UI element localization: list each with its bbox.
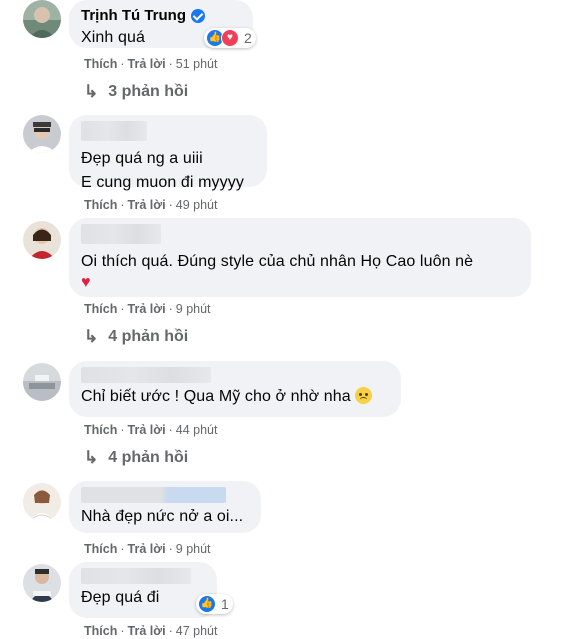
comment-bubble: Đẹp quá ng a uiii E cung muon đi myyyy bbox=[69, 115, 267, 191]
author-name[interactable] bbox=[81, 224, 161, 244]
love-icon: ♥ bbox=[221, 29, 239, 47]
reaction-count: 2 bbox=[244, 30, 252, 46]
author-name[interactable] bbox=[81, 367, 211, 383]
view-replies-link[interactable]: ↳ 4 phản hồi bbox=[84, 448, 188, 468]
avatar[interactable] bbox=[23, 115, 61, 153]
avatar[interactable] bbox=[23, 363, 61, 401]
author-name[interactable]: Trịnh Tú Trung bbox=[81, 6, 186, 26]
like-icon: 👍 bbox=[198, 595, 216, 613]
separator: · bbox=[120, 198, 125, 212]
replies-count: 4 phản hồi bbox=[108, 449, 189, 466]
comment-text: Chỉ biết ước ! Qua Mỹ cho ở nhờ nha bbox=[81, 388, 351, 405]
sad-face-emoji-icon bbox=[354, 387, 372, 404]
reply-button[interactable]: Trả lời bbox=[128, 542, 166, 556]
separator: · bbox=[168, 198, 173, 212]
like-button[interactable]: Thích bbox=[84, 624, 117, 638]
author-name[interactable] bbox=[81, 121, 147, 141]
separator: · bbox=[168, 423, 173, 437]
reply-button[interactable]: Trả lời bbox=[128, 423, 166, 437]
reply-button[interactable]: Trả lời bbox=[128, 302, 166, 316]
author-name[interactable] bbox=[81, 568, 191, 584]
comment-bubble: Chỉ biết ước ! Qua Mỹ cho ở nhờ nha bbox=[69, 361, 401, 417]
comment-actions: Thích · Trả lời · 49 phút bbox=[84, 197, 217, 213]
verified-badge-icon bbox=[191, 9, 205, 23]
timestamp[interactable]: 49 phút bbox=[176, 198, 218, 212]
reply-button[interactable]: Trả lời bbox=[128, 198, 166, 212]
comment-text: Đẹp quá đi bbox=[81, 589, 160, 606]
comment-actions: Thích · Trả lời · 9 phút bbox=[84, 301, 211, 317]
avatar[interactable] bbox=[23, 0, 61, 38]
replies-count: 3 phản hồi bbox=[108, 83, 189, 100]
avatar[interactable] bbox=[23, 483, 61, 521]
timestamp[interactable]: 51 phút bbox=[176, 57, 218, 71]
like-button[interactable]: Thích bbox=[84, 57, 117, 71]
like-button[interactable]: Thích bbox=[84, 423, 117, 437]
separator: · bbox=[120, 423, 125, 437]
reply-button[interactable]: Trả lời bbox=[128, 57, 166, 71]
reply-button[interactable]: Trả lời bbox=[128, 624, 166, 638]
avatar[interactable] bbox=[23, 221, 61, 259]
separator: · bbox=[120, 624, 125, 638]
comment-actions: Thích · Trả lời · 9 phút bbox=[84, 541, 211, 557]
timestamp[interactable]: 9 phút bbox=[176, 302, 211, 316]
separator: · bbox=[168, 624, 173, 638]
comment-text: Đẹp quá ng a uiii E cung muon đi myyyy bbox=[81, 150, 244, 191]
avatar[interactable] bbox=[23, 564, 61, 602]
view-replies-link[interactable]: ↳ 3 phản hồi bbox=[84, 82, 188, 102]
separator: · bbox=[168, 57, 173, 71]
separator: · bbox=[168, 302, 173, 316]
view-replies-link[interactable]: ↳ 4 phản hồi bbox=[84, 327, 188, 347]
separator: · bbox=[120, 542, 125, 556]
reaction-count: 1 bbox=[221, 596, 229, 612]
reply-arrow-icon: ↳ bbox=[84, 82, 99, 101]
comment-bubble: Oi thích quá. Đúng style của chủ nhân Họ… bbox=[69, 218, 531, 297]
separator: · bbox=[120, 302, 125, 316]
reply-arrow-icon: ↳ bbox=[84, 327, 99, 346]
timestamp[interactable]: 9 phút bbox=[176, 542, 211, 556]
comment-actions: Thích · Trả lời · 47 phút bbox=[84, 623, 217, 639]
separator: · bbox=[168, 542, 173, 556]
heart-icon: ♥ bbox=[81, 274, 91, 291]
reaction-summary[interactable]: 👍 1 bbox=[196, 594, 233, 614]
comment-bubble: Nhà đẹp nức nở a oi... bbox=[69, 481, 261, 533]
like-button[interactable]: Thích bbox=[84, 302, 117, 316]
replies-count: 4 phản hồi bbox=[108, 328, 189, 345]
comment-bubble: Đẹp quá đi bbox=[69, 562, 217, 618]
timestamp[interactable]: 44 phút bbox=[176, 423, 218, 437]
timestamp[interactable]: 47 phút bbox=[176, 624, 218, 638]
comment-text: Oi thích quá. Đúng style của chủ nhân Họ… bbox=[81, 253, 474, 270]
reaction-summary[interactable]: 👍 ♥ 2 bbox=[204, 28, 256, 48]
comment-thread: Trịnh Tú Trung Xinh quá 👍 ♥ 2 Thích · Trả … bbox=[0, 0, 580, 639]
like-button[interactable]: Thích bbox=[84, 542, 117, 556]
separator: · bbox=[120, 57, 125, 71]
comment-actions: Thích · Trả lời · 51 phút bbox=[84, 56, 217, 72]
reply-arrow-icon: ↳ bbox=[84, 448, 99, 467]
like-button[interactable]: Thích bbox=[84, 198, 117, 212]
author-name[interactable] bbox=[81, 487, 226, 503]
comment-actions: Thích · Trả lời · 44 phút bbox=[84, 422, 217, 438]
comment-text: Nhà đẹp nức nở a oi... bbox=[81, 508, 244, 525]
